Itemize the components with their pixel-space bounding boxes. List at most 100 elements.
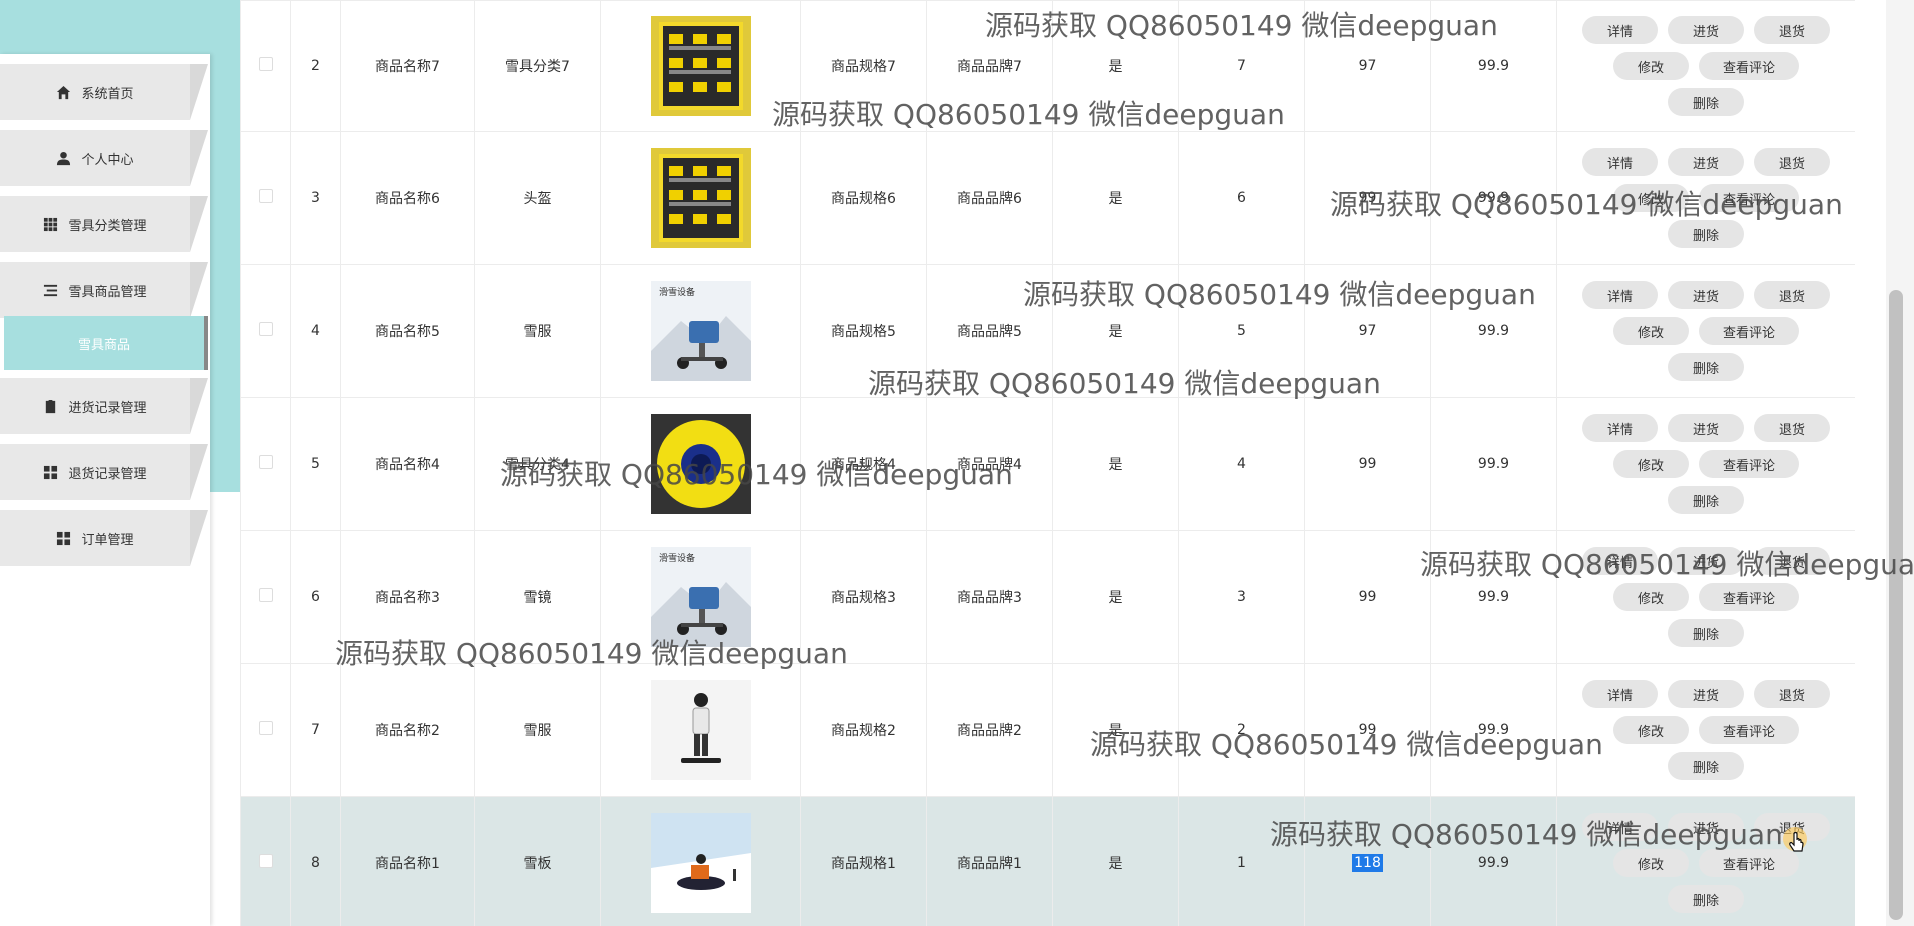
image-cell: 滑雪设备 [600, 264, 801, 398]
submenu-item-ski-products[interactable]: 雪具商品 [4, 316, 208, 370]
view-reviews-button[interactable]: 查看评论 [1699, 716, 1799, 744]
submenu-item-label: 雪具商品 [77, 337, 130, 353]
detail-button[interactable]: 详情 [1582, 16, 1658, 44]
table-row[interactable]: 8商品名称1雪板 商品规格1商品品牌1是1 118 99.9详情进货退货修改查看评论删… [240, 796, 1855, 926]
table-row[interactable]: 3 商品名称6 头盔 商品规格6 商品品牌6 是 6 99 99.9 详情 进货 退货 修改 查看评论 删除 [240, 131, 1855, 265]
row-checkbox-cell [240, 530, 291, 664]
actions-cell: 详情进货退货修改查看评论删除 [1556, 397, 1855, 531]
index-cell: 6 [290, 530, 341, 664]
row-checkbox[interactable] [258, 189, 273, 203]
detail-button[interactable]: 详情 [1582, 680, 1658, 708]
name-cell: 商品名称7 [340, 0, 475, 132]
grid-icon [44, 217, 58, 231]
actions-cell: 详情进货退货修改查看评论删除 [1556, 796, 1855, 926]
name-cell: 商品名称1 [340, 796, 475, 926]
scrollbar-thumb[interactable] [1889, 290, 1903, 920]
restock-button[interactable]: 进货 [1668, 414, 1744, 442]
detail-button[interactable]: 详情 [1582, 547, 1658, 575]
price-cell: 99.9 [1430, 0, 1557, 132]
sidebar-item-home[interactable]: 系统首页 [0, 64, 190, 120]
table-row[interactable]: 2 商品名称7 雪具分类7 商品规格7 商品品牌7 是 7 97 99.9 详情 进货 退货 修改 查看评… [240, 0, 1855, 132]
sidebar-item-label: 进货记录管理 [68, 400, 147, 416]
sidebar-header-bg [0, 0, 210, 54]
view-reviews-button[interactable]: 查看评论 [1699, 450, 1799, 478]
detail-button[interactable]: 详情 [1582, 281, 1658, 309]
product-image: 滑雪设备 [650, 547, 751, 647]
delete-button[interactable]: 删除 [1668, 752, 1744, 780]
detail-button[interactable]: 详情 [1582, 148, 1658, 176]
stock-cell: 99 [1304, 131, 1431, 265]
row-checkbox[interactable] [258, 322, 273, 336]
restock-button[interactable]: 进货 [1668, 148, 1744, 176]
row-checkbox[interactable] [258, 721, 273, 735]
row-checkbox-cell [240, 264, 291, 398]
restock-button[interactable]: 进货 [1668, 281, 1744, 309]
stock-value: 97 [1358, 323, 1377, 339]
edit-button[interactable]: 修改 [1613, 184, 1689, 212]
edit-button[interactable]: 修改 [1613, 317, 1689, 345]
sidebar-item-return-records[interactable]: 退货记录管理 [0, 444, 190, 500]
index-cell: 8 [290, 796, 341, 926]
table-row[interactable]: 5 商品名称4 雪具分类4 商品规格4 商品品牌4 是 4 99 99.9 详情 进货 退货 修改 查看评… [240, 397, 1855, 531]
sidebar-item-ski-category[interactable]: 雪具分类管理 [0, 196, 190, 252]
view-reviews-button[interactable]: 查看评论 [1699, 317, 1799, 345]
view-reviews-button[interactable]: 查看评论 [1699, 52, 1799, 80]
table-row[interactable]: 4 商品名称5 雪服 滑雪设备 商品规格5 商品品牌5 是 5 97 99.9 详情 进货 退货 修改 查看… [240, 264, 1855, 398]
return-button[interactable]: 退货 [1754, 148, 1830, 176]
brand-cell: 商品品牌2 [926, 663, 1053, 797]
actions-cell: 详情进货退货修改查看评论删除 [1556, 264, 1855, 398]
stock-cell: 99 [1304, 397, 1431, 531]
stock-cell: 97 [1304, 0, 1431, 132]
category-cell: 头盔 [474, 131, 601, 265]
restock-button[interactable]: 进货 [1668, 16, 1744, 44]
name-cell: 商品名称2 [340, 663, 475, 797]
index-cell: 7 [290, 663, 341, 797]
table-row[interactable]: 7 商品名称2 雪服 商品规格2 商品品牌2 是 2 99 99.9 详情 进货 退货 修改 查看评论 删除 [240, 663, 1855, 797]
detail-button[interactable]: 详情 [1582, 414, 1658, 442]
row-checkbox[interactable] [258, 854, 273, 868]
restock-button[interactable]: 进货 [1668, 547, 1744, 575]
edit-button[interactable]: 修改 [1613, 716, 1689, 744]
row-checkbox[interactable] [258, 57, 273, 71]
sidebar: 系统首页 个人中心 雪具分类管理 雪具商品管理 雪具商品 进货记录管理 退货记录… [0, 0, 240, 926]
view-reviews-button[interactable]: 查看评论 [1699, 184, 1799, 212]
price-cell: 99.9 [1430, 663, 1557, 797]
spec-cell: 商品规格4 [800, 397, 927, 531]
actions-cell: 详情进货退货修改查看评论删除 [1556, 530, 1855, 664]
return-button[interactable]: 退货 [1754, 16, 1830, 44]
delete-button[interactable]: 删除 [1668, 353, 1744, 381]
stock-value: 118 [1352, 854, 1383, 872]
delete-button[interactable]: 删除 [1668, 885, 1744, 913]
price-cell: 99.9 [1430, 264, 1557, 398]
delete-button[interactable]: 删除 [1668, 619, 1744, 647]
restock-button[interactable]: 进货 [1668, 813, 1744, 841]
sidebar-item-restock-records[interactable]: 进货记录管理 [0, 378, 190, 434]
edit-button[interactable]: 修改 [1613, 849, 1689, 877]
return-button[interactable]: 退货 [1754, 547, 1830, 575]
apps-icon [57, 531, 71, 545]
category-cell: 雪板 [474, 796, 601, 926]
edit-button[interactable]: 修改 [1613, 52, 1689, 80]
delete-button[interactable]: 删除 [1668, 220, 1744, 248]
stock-value: 99 [1358, 456, 1377, 472]
stock-cell: 99 [1304, 663, 1431, 797]
product-image [650, 414, 751, 514]
sidebar-item-profile[interactable]: 个人中心 [0, 130, 190, 186]
sidebar-item-ski-products[interactable]: 雪具商品管理 [0, 262, 190, 318]
delete-button[interactable]: 删除 [1668, 486, 1744, 514]
detail-button[interactable]: 详情 [1582, 813, 1658, 841]
return-button[interactable]: 退货 [1754, 281, 1830, 309]
edit-button[interactable]: 修改 [1613, 583, 1689, 611]
sidebar-item-orders[interactable]: 订单管理 [0, 510, 190, 566]
edit-button[interactable]: 修改 [1613, 450, 1689, 478]
return-button[interactable]: 退货 [1754, 680, 1830, 708]
table-row[interactable]: 6 商品名称3 雪镜 滑雪设备 商品规格3 商品品牌3 是 3 99 99.9 详情 进货 退货 修改 查看… [240, 530, 1855, 664]
view-reviews-button[interactable]: 查看评论 [1699, 583, 1799, 611]
return-button[interactable]: 退货 [1754, 414, 1830, 442]
brand-cell: 商品品牌5 [926, 264, 1053, 398]
restock-button[interactable]: 进货 [1668, 680, 1744, 708]
delete-button[interactable]: 删除 [1668, 88, 1744, 116]
row-checkbox[interactable] [258, 455, 273, 469]
row-checkbox[interactable] [258, 588, 273, 602]
spec-cell: 商品规格7 [800, 0, 927, 132]
